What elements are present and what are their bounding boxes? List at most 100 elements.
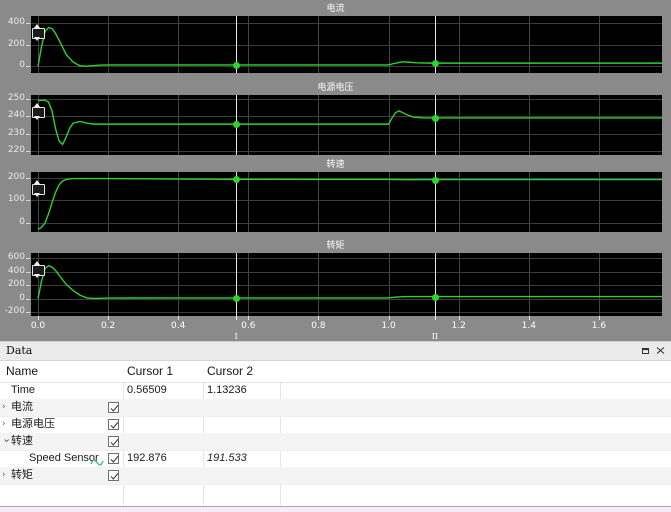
plot-canvas-3[interactable] xyxy=(31,172,662,232)
float-icon[interactable] xyxy=(639,345,651,357)
x-tick-label: 1.6 xyxy=(591,321,607,331)
y-tick-mark xyxy=(26,22,30,24)
waveform-icon xyxy=(90,454,104,466)
column-header-2[interactable]: Cursor 1 xyxy=(127,361,173,382)
y-tick-label: 0 xyxy=(19,216,25,227)
table-row[interactable]: › 转矩 xyxy=(0,467,671,485)
y-tick-label: 100 xyxy=(7,194,25,205)
trace-电流 xyxy=(37,26,662,67)
row-visibility-checkbox[interactable] xyxy=(108,453,119,464)
cursor-line-1[interactable] xyxy=(236,253,238,316)
cursor-marker-2[interactable] xyxy=(431,114,439,122)
plot-area: 电流 400 200 0 电源电压 250 240 230 220 转速 200 100 0 转矩 600 4… xyxy=(0,0,671,341)
y-axis-scale-handle[interactable] xyxy=(31,103,45,120)
row-visibility-checkbox[interactable] xyxy=(108,436,119,447)
trace-Speed Sensor xyxy=(37,177,662,230)
cursor-line-2[interactable] xyxy=(434,253,436,316)
chevron-down-icon xyxy=(34,274,40,278)
y-tick-label: 200 xyxy=(7,38,25,49)
x-tick-mark xyxy=(248,316,250,320)
cursor-marker-1[interactable] xyxy=(233,294,241,302)
table-row[interactable]: Time 0.56509 1.13236 xyxy=(0,382,671,400)
cursor-label-2[interactable]: II xyxy=(432,333,438,341)
plot-canvas-1[interactable] xyxy=(31,16,662,73)
x-tick-label: 0.4 xyxy=(171,321,186,331)
x-tick-mark xyxy=(598,316,600,320)
y-axis-scale-handle[interactable] xyxy=(31,261,45,278)
x-tick-label: 0.2 xyxy=(100,321,116,331)
cursor-label-1[interactable]: I xyxy=(235,333,238,341)
cursor-marker-1[interactable] xyxy=(233,61,241,69)
trace-转矩 xyxy=(37,264,662,300)
row-visibility-checkbox[interactable] xyxy=(108,419,119,430)
chevron-down-icon[interactable]: ⌄ xyxy=(2,430,11,447)
y-tick-mark xyxy=(26,116,30,118)
table-header-row: Name Cursor 1 Cursor 2 xyxy=(0,361,671,383)
y-tick-mark xyxy=(26,151,30,153)
y-tick-mark xyxy=(26,177,30,179)
y-tick-mark xyxy=(26,271,30,273)
x-tick-label: 0.6 xyxy=(241,321,256,331)
chevron-down-icon xyxy=(34,37,40,41)
y-tick-label: 400 xyxy=(7,265,25,276)
plot-background xyxy=(31,172,662,232)
x-tick-mark xyxy=(528,316,530,320)
table-row[interactable]: › 电流 xyxy=(0,399,671,417)
row-visibility-checkbox[interactable] xyxy=(108,470,119,481)
row-name: 电源电压 xyxy=(11,418,55,430)
y-tick-mark xyxy=(26,285,30,287)
table-row[interactable]: › 电源电压 xyxy=(0,416,671,434)
cursor-line-2[interactable] xyxy=(434,95,436,155)
data-panel-title: Data xyxy=(6,344,33,357)
bottom-accent-bar xyxy=(0,506,671,512)
y-tick-mark xyxy=(26,98,30,100)
y-tick-label: 400 xyxy=(7,16,25,27)
y-axis-scale-handle[interactable] xyxy=(31,180,45,197)
table-row[interactable]: ⌄ 转速 xyxy=(0,430,671,451)
x-tick-label: 0.0 xyxy=(30,321,46,331)
close-icon[interactable] xyxy=(654,345,666,357)
row-name: 电流 xyxy=(11,401,33,413)
plot-title-4: 转矩 xyxy=(326,241,345,251)
chevron-right-icon[interactable]: › xyxy=(2,399,6,416)
x-tick-mark xyxy=(108,316,110,320)
chevron-right-icon[interactable]: › xyxy=(2,467,6,484)
plot-canvas-2[interactable] xyxy=(31,95,662,155)
cursor1-value: 192.876 xyxy=(127,452,167,464)
x-tick-mark xyxy=(458,316,460,320)
row-visibility-checkbox[interactable] xyxy=(108,402,119,413)
trace-layer xyxy=(38,99,662,146)
y-tick-label: 220 xyxy=(7,145,25,156)
x-tick-label: 1.4 xyxy=(521,321,536,331)
plot-canvas-4[interactable] xyxy=(31,253,662,316)
plot-background xyxy=(31,95,662,155)
column-header-3[interactable]: Cursor 2 xyxy=(207,361,253,382)
cursor-marker-2[interactable] xyxy=(431,293,439,301)
y-tick-label: 600 xyxy=(7,252,25,263)
y-axis-scale-handle[interactable] xyxy=(31,24,45,41)
x-axis: 0.0 0.2 0.4 0.6 0.8 1.0 1.2 1.4 1.6 I II xyxy=(0,316,671,341)
row-name: Time xyxy=(11,384,36,396)
y-tick-mark xyxy=(26,298,30,300)
x-tick-mark xyxy=(388,316,390,320)
plot-background xyxy=(31,253,662,316)
table-row[interactable]: Speed Sensor 192.876 191.533 xyxy=(0,450,671,468)
cursor-data-table[interactable]: Name Cursor 1 Cursor 2 Time 0.56509 1.13236 › 电… xyxy=(0,361,671,512)
column-header-1[interactable]: Name xyxy=(6,361,38,382)
y-tick-mark xyxy=(26,133,30,135)
y-tick-mark xyxy=(26,44,30,46)
chevron-down-icon xyxy=(34,116,40,120)
plot-background xyxy=(31,16,662,73)
cursor-tick-mark-1 xyxy=(236,316,238,320)
y-tick-label: 0 xyxy=(19,292,25,303)
trace-layer xyxy=(37,264,662,300)
x-tick-label: 0.8 xyxy=(311,321,326,331)
y-tick-label: 0 xyxy=(19,60,25,71)
x-tick-mark xyxy=(178,316,180,320)
x-tick-mark xyxy=(318,316,320,320)
row-name: 转矩 xyxy=(11,469,33,481)
cursor-marker-2[interactable] xyxy=(431,176,439,184)
row-name: 转速 xyxy=(11,435,33,447)
plot-title-3: 转速 xyxy=(326,160,345,170)
chevron-down-icon xyxy=(34,193,40,197)
